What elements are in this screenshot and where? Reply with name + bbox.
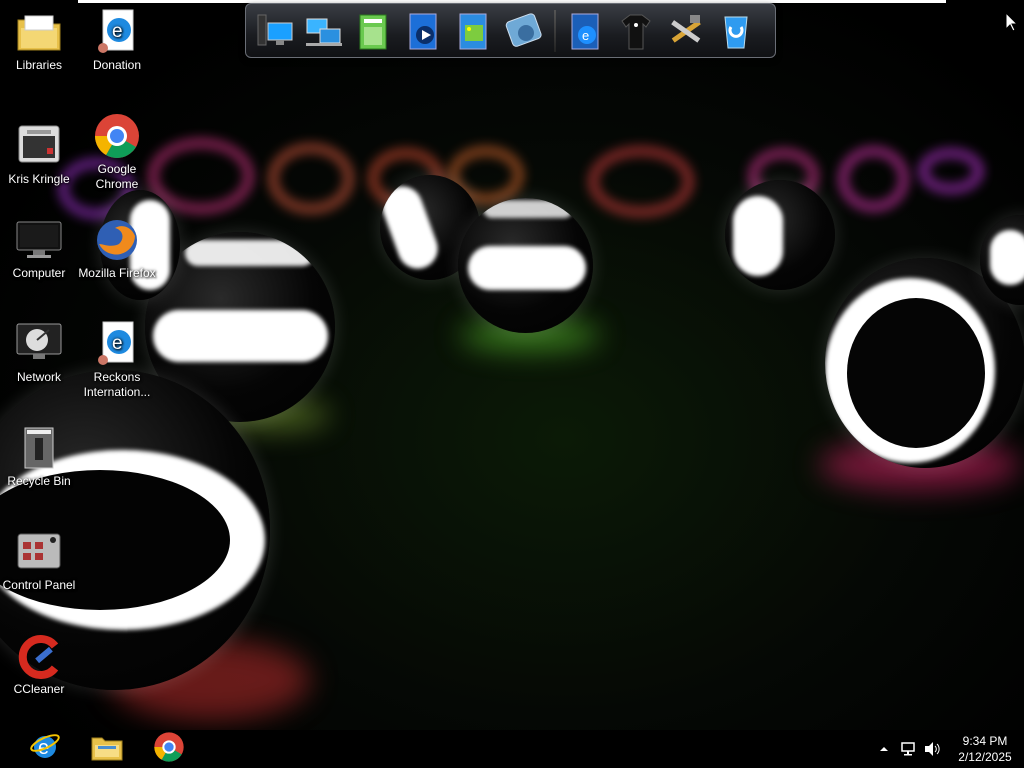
volume-icon[interactable] (922, 739, 942, 759)
desktop-icon-control-panel[interactable]: Control Panel (0, 528, 78, 593)
desktop-icon-google-chrome[interactable]: Google Chrome (78, 112, 156, 192)
desktop-icon-network[interactable]: Network (0, 320, 78, 385)
desktop-icon-donation[interactable]: e Donation (78, 8, 156, 73)
libraries-folder-icon (15, 8, 63, 56)
show-hidden-icons-arrow[interactable] (874, 739, 894, 759)
computer-monitor-icon (15, 216, 63, 264)
file-explorer-icon (90, 732, 124, 767)
system-tray: 9:34 PM 2/12/2025 (874, 730, 1024, 768)
internet-explorer-icon: e (29, 731, 61, 768)
network-satellite-icon (15, 320, 63, 368)
desktop-icon-ccleaner[interactable]: CCleaner (0, 632, 78, 697)
desktop-icon-kris-kringle[interactable]: Kris Kringle (0, 122, 78, 187)
control-panel-icon (15, 528, 63, 576)
svg-text:e: e (112, 21, 123, 42)
ccleaner-icon (15, 632, 63, 680)
internet-explorer-shortcut-icon: e (93, 8, 141, 56)
shirt-dock-icon[interactable] (616, 9, 656, 53)
svg-text:e: e (582, 28, 589, 43)
chrome-icon (153, 731, 185, 768)
taskbar-chrome-button[interactable] (142, 731, 196, 767)
dock-bar: e (245, 3, 776, 58)
svg-text:e: e (112, 333, 123, 354)
kris-kringle-app-icon (15, 122, 63, 170)
recycle-bin-dock-icon[interactable] (716, 9, 756, 53)
taskbar-file-explorer-button[interactable] (80, 731, 134, 767)
taskbar-internet-explorer-button[interactable]: e (18, 731, 72, 767)
internet-explorer-shortcut-icon: e (93, 320, 141, 368)
pictures-dock-icon[interactable] (454, 9, 494, 53)
desktop-icon-recycle-bin[interactable]: Recycle Bin (0, 424, 78, 489)
documents-dock-icon[interactable] (354, 9, 394, 53)
firefox-icon (93, 216, 141, 264)
dock-separator (554, 9, 556, 52)
network-dock-icon[interactable] (304, 9, 344, 53)
tools-dock-icon[interactable] (666, 9, 706, 53)
clock-time: 9:34 PM (962, 734, 1008, 748)
taskbar: e 9:34 PM 2/12/2025 (0, 730, 1024, 768)
desktop-icon-libraries[interactable]: Libraries (0, 8, 78, 73)
recycle-bin-icon (15, 424, 63, 472)
desktop-icon-mozilla-firefox[interactable]: Mozilla Firefox (78, 216, 156, 281)
media-player-dock-icon[interactable] (404, 9, 444, 53)
mouse-pointer-icon (1005, 11, 1019, 32)
chrome-icon (93, 112, 141, 160)
network-icon[interactable] (898, 739, 918, 759)
desktop-icon-reckons-international[interactable]: e Reckons Internation... (78, 320, 156, 400)
taskbar-clock[interactable]: 9:34 PM 2/12/2025 (946, 733, 1024, 765)
desktop-icon-computer[interactable]: Computer (0, 216, 78, 281)
clock-date: 2/12/2025 (958, 750, 1012, 764)
disk-drive-dock-icon[interactable] (504, 9, 544, 53)
my-computer-dock-icon[interactable] (254, 9, 294, 53)
internet-explorer-dock-icon[interactable]: e (566, 9, 606, 53)
